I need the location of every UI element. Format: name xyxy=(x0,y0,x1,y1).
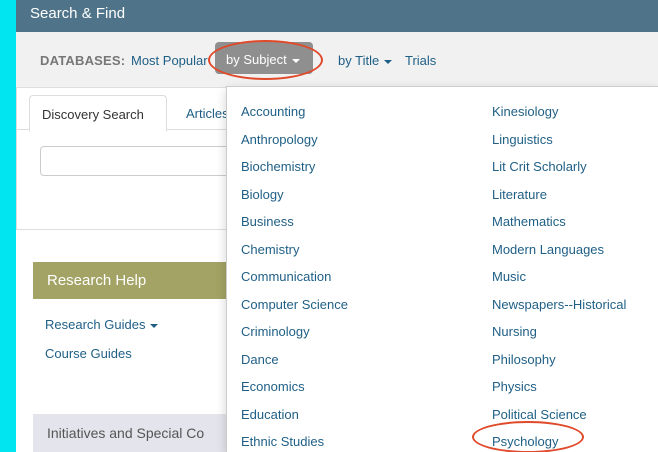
dropdown-item-right[interactable]: Political Science xyxy=(492,407,587,422)
research-guides-label: Research Guides xyxy=(45,317,146,332)
dropdown-item-right[interactable]: Newspapers--Historical xyxy=(492,297,626,312)
dropdown-item-left[interactable]: Accounting xyxy=(241,104,305,119)
dropdown-item-left[interactable]: Communication xyxy=(241,269,331,284)
dropdown-item-right[interactable]: Philosophy xyxy=(492,352,556,367)
dropdown-item-left[interactable]: Business xyxy=(241,214,294,229)
dropdown-item-right[interactable]: Literature xyxy=(492,187,547,202)
most-popular-link[interactable]: Most Popular xyxy=(131,53,208,68)
databases-label: DATABASES: xyxy=(40,53,126,68)
dropdown-item-right[interactable]: Music xyxy=(492,269,526,284)
dropdown-item-left[interactable]: Education xyxy=(241,407,299,422)
by-title-link[interactable]: by Title xyxy=(338,53,393,68)
chevron-down-icon xyxy=(384,59,393,64)
course-guides-link[interactable]: Course Guides xyxy=(45,346,132,361)
dropdown-item-left[interactable]: Anthropology xyxy=(241,132,318,147)
annotation-circle xyxy=(208,40,323,80)
dropdown-item-right[interactable]: Physics xyxy=(492,379,537,394)
dropdown-item-right[interactable]: Mathematics xyxy=(492,214,566,229)
tab-discovery-search[interactable]: Discovery Search xyxy=(29,95,167,132)
dropdown-item-right[interactable]: Linguistics xyxy=(492,132,553,147)
dropdown-item-left[interactable]: Biology xyxy=(241,187,284,202)
section-header: Search & Find xyxy=(16,0,658,32)
subject-dropdown-menu: Accounting Anthropology Biochemistry Biolog… xyxy=(226,86,658,452)
tab-articles[interactable]: Articles xyxy=(186,106,229,121)
dropdown-item-right[interactable]: Kinesiology xyxy=(492,104,559,119)
research-guides-link[interactable]: Research Guides xyxy=(45,317,159,332)
by-title-label: by Title xyxy=(338,53,380,68)
trials-link[interactable]: Trials xyxy=(405,53,436,68)
dropdown-item-left[interactable]: Dance xyxy=(241,352,279,367)
dropdown-item-left[interactable]: Biochemistry xyxy=(241,159,315,174)
dropdown-item-right[interactable]: Nursing xyxy=(492,324,537,339)
dropdown-item-left[interactable]: Economics xyxy=(241,379,305,394)
section-title: Search & Find xyxy=(30,5,126,22)
dropdown-item-left[interactable]: Ethnic Studies xyxy=(241,434,324,449)
databases-nav: DATABASES: Most Popular by Title Trials xyxy=(16,32,658,88)
dropdown-item-left[interactable]: Chemistry xyxy=(241,242,300,257)
dropdown-item-left[interactable]: Computer Science xyxy=(241,297,348,312)
dropdown-item-left[interactable]: Criminology xyxy=(241,324,310,339)
annotation-circle xyxy=(472,421,584,452)
chevron-down-icon xyxy=(150,323,159,328)
dropdown-item-right[interactable]: Lit Crit Scholarly xyxy=(492,159,587,174)
dropdown-item-right[interactable]: Modern Languages xyxy=(492,242,604,257)
